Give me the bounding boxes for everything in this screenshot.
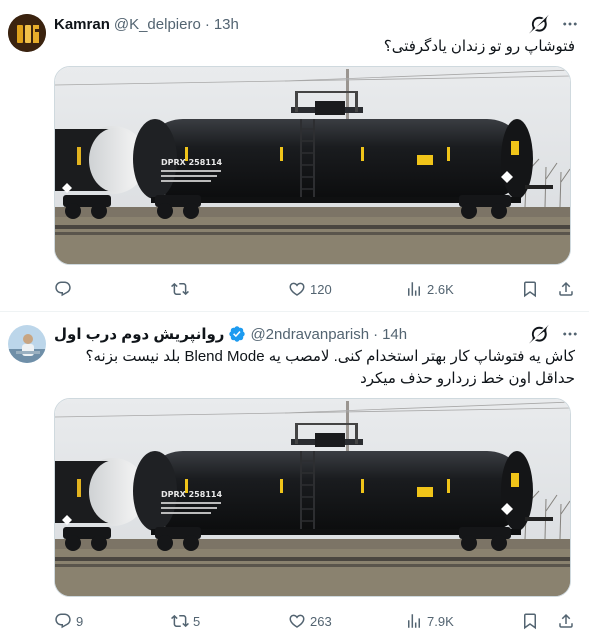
- avatar[interactable]: [8, 14, 46, 52]
- views-button[interactable]: 7.9K: [405, 611, 454, 631]
- bookmark-button[interactable]: [521, 611, 539, 631]
- analytics-icon: [405, 280, 423, 298]
- avatar[interactable]: [8, 325, 46, 363]
- retweet-button[interactable]: 5: [171, 611, 200, 631]
- tweet-1[interactable]: Kamran @K_delpiero · 13h فتوشاپ رو تو زن…: [0, 0, 589, 311]
- share-button[interactable]: [557, 611, 575, 631]
- car-number: DPRX 258114: [161, 490, 222, 499]
- share-button[interactable]: [557, 279, 575, 299]
- reply-icon: [54, 612, 72, 630]
- retweet-count: 5: [193, 613, 201, 629]
- tweet-text-line: فتوشاپ رو تو زندان یادگرفتی؟: [383, 38, 575, 55]
- more-options-icon[interactable]: [561, 15, 579, 33]
- separator-dot: ·: [204, 15, 210, 33]
- reply-button[interactable]: [54, 279, 76, 299]
- author-handle[interactable]: @K_delpiero: [114, 16, 201, 33]
- share-icon: [557, 612, 575, 630]
- like-button[interactable]: 120: [288, 279, 332, 299]
- retweet-icon: [171, 612, 189, 630]
- bookmark-icon: [521, 280, 539, 298]
- timestamp[interactable]: 14h: [382, 326, 407, 343]
- author-name[interactable]: Kamran: [54, 16, 110, 33]
- reply-count: 9: [76, 613, 84, 629]
- view-count: 7.9K: [427, 613, 454, 629]
- view-count: 2.6K: [427, 281, 454, 297]
- grok-icon[interactable]: [529, 324, 549, 344]
- views-button[interactable]: 2.6K: [405, 279, 454, 299]
- tweet-text-line: کاش یه فتوشاپ کار بهتر استخدام کنی. لامص…: [85, 348, 575, 365]
- tweet-text: کاش یه فتوشاپ کار بهتر استخدام کنی. لامص…: [54, 346, 575, 390]
- timestamp[interactable]: 13h: [214, 16, 239, 33]
- reply-button[interactable]: 9: [54, 611, 83, 631]
- author-name[interactable]: روانپریش دوم درب اول: [54, 325, 224, 343]
- like-count: 263: [310, 613, 332, 629]
- reply-icon: [54, 280, 72, 298]
- more-options-icon[interactable]: [561, 325, 579, 343]
- grok-icon[interactable]: [529, 14, 549, 34]
- separator-dot: ·: [373, 325, 379, 343]
- tweet-text-line: حداقل اون خط زردارو حذف میکرد: [360, 370, 575, 387]
- retweet-icon: [171, 280, 189, 298]
- author-handle[interactable]: @2ndravanparish: [250, 326, 369, 343]
- verified-badge-icon: [228, 325, 246, 343]
- heart-icon: [288, 612, 306, 630]
- tweet-image[interactable]: DPRX 258114: [54, 398, 571, 597]
- action-bar: 120 2.6K: [54, 279, 579, 299]
- retweet-button[interactable]: [171, 279, 193, 299]
- analytics-icon: [405, 612, 423, 630]
- tweet-text: فتوشاپ رو تو زندان یادگرفتی؟: [54, 36, 575, 58]
- action-bar: 9 5 263 7.9K: [54, 611, 579, 631]
- bookmark-icon: [521, 612, 539, 630]
- tweet-image[interactable]: DPRX 258114: [54, 66, 571, 265]
- like-button[interactable]: 263: [288, 611, 332, 631]
- car-number: DPRX 258114: [161, 158, 222, 167]
- bookmark-button[interactable]: [521, 279, 539, 299]
- tweet-2[interactable]: روانپریش دوم درب اول @2ndravanparish · 1…: [0, 312, 589, 644]
- heart-icon: [288, 280, 306, 298]
- like-count: 120: [310, 281, 332, 297]
- share-icon: [557, 280, 575, 298]
